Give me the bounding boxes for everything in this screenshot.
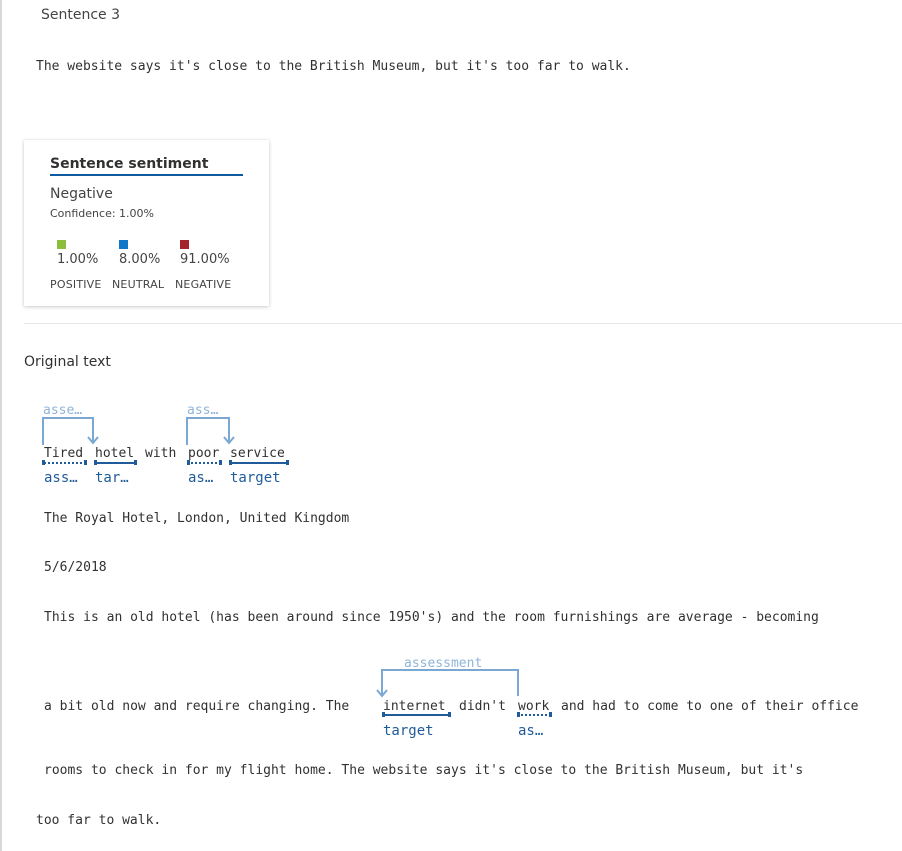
neutral-percent: 8.00% — [119, 252, 161, 267]
underline-cap — [187, 460, 190, 465]
assessment-underline — [188, 462, 221, 464]
confidence-score: Confidence: 1.00% — [50, 207, 154, 220]
underline-cap — [42, 460, 45, 465]
negative-percent: 91.00% — [180, 252, 230, 267]
review-body-line: too far to walk. — [36, 813, 162, 828]
sentence-text: The website says it's close to the Briti… — [36, 59, 631, 74]
section-divider — [24, 323, 902, 324]
token-poor[interactable]: poor — [188, 446, 219, 461]
negative-color-swatch — [180, 240, 189, 249]
neutral-color-swatch — [119, 240, 128, 249]
token-internet[interactable]: internet — [383, 699, 446, 714]
underline-cap — [517, 712, 520, 717]
review-body-line: and had to come to one of their office — [561, 699, 859, 714]
role-label-assessment: as… — [518, 723, 544, 739]
target-underline — [95, 462, 136, 464]
sentiment-label: Negative — [50, 186, 113, 202]
neutral-label: NEUTRAL — [112, 278, 165, 291]
underline-cap — [94, 460, 97, 465]
underline-cap — [134, 460, 137, 465]
review-date: 5/6/2018 — [44, 560, 107, 575]
positive-color-swatch — [57, 240, 66, 249]
role-label-target: target — [230, 470, 281, 486]
role-label-assessment: ass… — [44, 470, 78, 486]
original-text-heading: Original text — [24, 354, 111, 370]
relation-label-assessment: ass… — [187, 403, 219, 418]
relation-label-assessment: asse… — [43, 403, 83, 418]
review-body-line: rooms to check in for my flight home. Th… — [44, 763, 804, 778]
token-service[interactable]: service — [230, 446, 285, 461]
relation-arcs — [42, 417, 519, 698]
token-work[interactable]: work — [518, 699, 549, 714]
role-label-target: target — [383, 723, 434, 739]
underline-cap — [286, 460, 289, 465]
relation-label-assessment: assessment — [404, 656, 483, 671]
token-tired[interactable]: Tired — [44, 446, 83, 461]
token-didnt: didn't — [459, 699, 506, 714]
role-label-assessment: as… — [188, 470, 214, 486]
card-title: Sentence sentiment — [50, 156, 243, 176]
review-body-line: a bit old now and require changing. The — [44, 699, 350, 714]
assessment-underline — [44, 462, 86, 464]
sentence-sentiment-card: Sentence sentiment Negative Confidence: … — [24, 140, 269, 306]
role-label-target: tar… — [95, 470, 129, 486]
negative-label: NEGATIVE — [175, 278, 232, 291]
review-location: The Royal Hotel, London, United Kingdom — [44, 511, 350, 526]
sentence-heading: Sentence 3 — [41, 7, 121, 23]
underline-cap — [229, 460, 232, 465]
token-hotel[interactable]: hotel — [95, 446, 134, 461]
assessment-underline — [518, 714, 551, 716]
underline-cap — [219, 460, 222, 465]
underline-cap — [382, 712, 385, 717]
review-body-line: This is an old hotel (has been around si… — [44, 610, 819, 625]
token-with: with — [145, 446, 177, 461]
underline-cap — [549, 712, 552, 717]
positive-percent: 1.00% — [57, 252, 99, 267]
left-border — [0, 0, 2, 851]
positive-label: POSITIVE — [50, 278, 102, 291]
target-underline — [230, 462, 288, 464]
target-underline — [383, 714, 450, 716]
underline-cap — [448, 712, 451, 717]
underline-cap — [84, 460, 87, 465]
